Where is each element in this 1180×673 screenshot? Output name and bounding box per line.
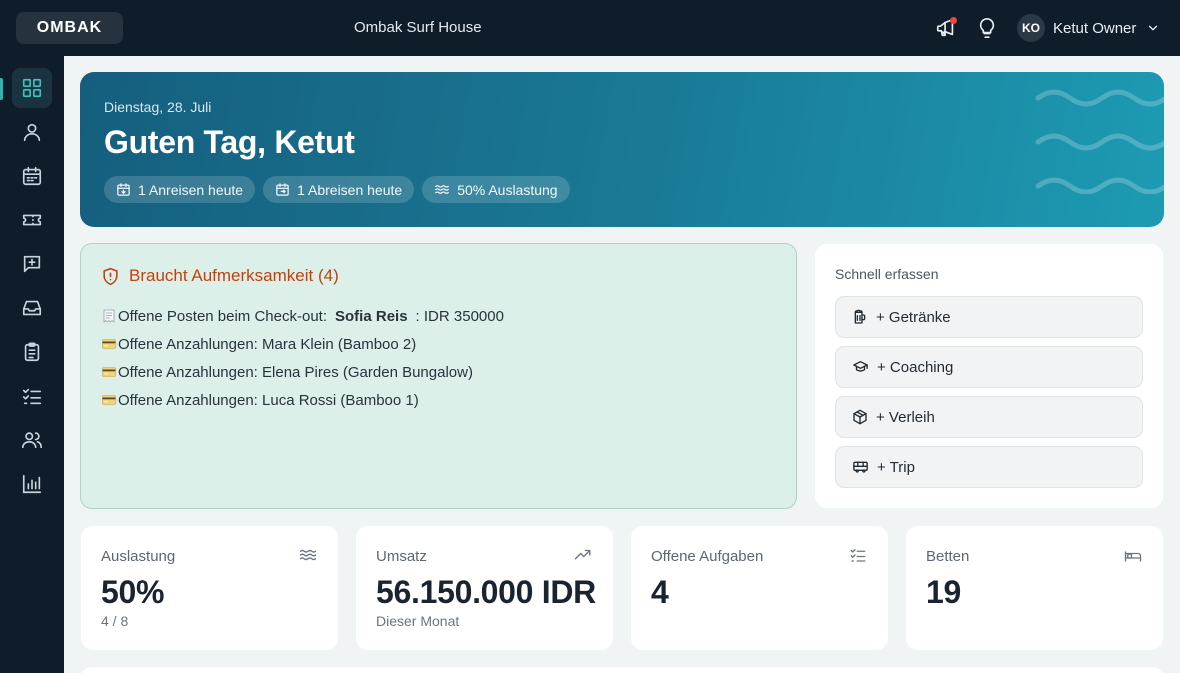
quick-capture-panel: Schnell erfassen + Getränke + Coaching +… xyxy=(815,244,1163,508)
list-item[interactable]: Offene Anzahlungen: Elena Pires (Garden … xyxy=(101,358,504,386)
stat-sub: 4 / 8 xyxy=(101,613,129,629)
sidebar-item-clipboard[interactable] xyxy=(12,332,52,372)
active-indicator xyxy=(0,78,3,100)
megaphone-icon[interactable] xyxy=(934,16,958,40)
sidebar-item-calendar[interactable] xyxy=(12,156,52,196)
item-text: Offene Anzahlungen: Mara Klein (Bamboo 2… xyxy=(118,335,417,353)
calendar-icon xyxy=(22,166,42,186)
add-trip-button[interactable]: + Trip xyxy=(835,446,1143,488)
user-name: Ketut Owner xyxy=(1053,19,1137,37)
sidebar-item-reports[interactable] xyxy=(12,464,52,504)
item-text: Offene Posten beim Check-out: xyxy=(118,307,328,325)
sidebar-item-team[interactable] xyxy=(12,420,52,460)
sidebar xyxy=(0,56,64,673)
greeting-title: Guten Tag, Ketut xyxy=(104,124,355,160)
chevron-down-icon xyxy=(1146,21,1160,35)
trending-up-icon xyxy=(573,546,593,569)
users-icon xyxy=(22,432,42,449)
stat-sub: Dieser Monat xyxy=(376,613,460,629)
credit-card-icon xyxy=(101,367,116,377)
logo[interactable]: OMBAK xyxy=(16,12,123,44)
button-label: + Trip xyxy=(877,458,915,476)
add-drinks-button[interactable]: + Getränke xyxy=(835,296,1143,338)
chip-label: 50% Auslastung xyxy=(457,181,558,198)
chip-label: 1 Abreisen heute xyxy=(297,181,403,198)
stat-value: 19 xyxy=(926,574,961,610)
chip-departures[interactable]: 1 Abreisen heute xyxy=(263,176,415,203)
attention-title: Braucht Aufmerksamkeit (4) xyxy=(129,266,339,285)
sidebar-item-inbox[interactable] xyxy=(12,288,52,328)
attention-header: Braucht Aufmerksamkeit (4) xyxy=(101,266,339,286)
quick-capture-title: Schnell erfassen xyxy=(835,266,939,282)
calendar-departure-icon xyxy=(276,183,289,196)
chip-arrivals[interactable]: 1 Anreisen heute xyxy=(104,176,256,203)
avatar: KO xyxy=(1017,14,1045,42)
user-menu[interactable]: KO Ketut Owner xyxy=(1017,14,1160,42)
stat-card-beds[interactable]: Betten 19 xyxy=(906,526,1163,650)
attention-panel: Braucht Aufmerksamkeit (4) Offene Posten… xyxy=(80,243,797,509)
ticket-icon xyxy=(22,214,42,226)
notification-dot xyxy=(950,17,957,24)
list-item[interactable]: Offene Anzahlungen: Mara Klein (Bamboo 2… xyxy=(101,330,504,358)
stat-value: 50% xyxy=(101,574,165,610)
guest-name: Sofia Reis xyxy=(335,307,408,325)
waves-decoration xyxy=(1035,89,1164,194)
next-section-card xyxy=(80,667,1164,673)
list-item[interactable]: Offene Posten beim Check-out: Sofia Reis… xyxy=(101,302,504,330)
stat-label: Offene Aufgaben xyxy=(651,548,764,565)
add-rental-button[interactable]: + Verleih xyxy=(835,396,1143,438)
button-label: + Verleih xyxy=(876,408,935,426)
stat-label: Umsatz xyxy=(376,548,427,565)
dashboard-icon xyxy=(22,78,42,98)
list-item[interactable]: Offene Anzahlungen: Luca Rossi (Bamboo 1… xyxy=(101,386,504,414)
current-date: Dienstag, 28. Juli xyxy=(104,99,212,115)
calendar-arrival-icon xyxy=(117,183,130,196)
stat-card-open-tasks[interactable]: Offene Aufgaben 4 xyxy=(631,526,888,650)
graduation-cap-icon xyxy=(853,361,868,372)
button-label: + Getränke xyxy=(876,308,951,326)
welcome-banner: Dienstag, 28. Juli Guten Tag, Ketut 1 An… xyxy=(80,72,1164,227)
stat-value: 56.150.000 IDR xyxy=(376,574,596,610)
button-label: + Coaching xyxy=(877,358,954,376)
stat-value: 4 xyxy=(651,574,669,610)
credit-card-icon xyxy=(101,339,116,349)
user-icon xyxy=(23,123,41,142)
summary-chips: 1 Anreisen heute 1 Abreisen heute 50% Au… xyxy=(104,176,570,203)
item-amount: : IDR 350000 xyxy=(415,307,504,325)
sidebar-item-dashboard[interactable] xyxy=(12,68,52,108)
item-text: Offene Anzahlungen: Elena Pires (Garden … xyxy=(118,363,473,381)
box-icon xyxy=(853,409,867,425)
checklist-icon xyxy=(22,388,42,405)
inbox-icon xyxy=(22,300,42,316)
receipt-icon xyxy=(101,309,116,323)
clipboard-icon xyxy=(24,342,40,362)
property-name: Ombak Surf House xyxy=(354,19,482,36)
waves-icon xyxy=(435,185,450,194)
waves-icon xyxy=(298,546,318,569)
shield-alert-icon xyxy=(103,267,118,285)
sidebar-item-tasks[interactable] xyxy=(12,376,52,416)
stat-label: Auslastung xyxy=(101,548,176,565)
beer-mug-icon xyxy=(854,309,866,324)
sidebar-item-tickets[interactable] xyxy=(12,200,52,240)
top-bar: OMBAK Ombak Surf House KO Ketut Owner xyxy=(0,0,1180,56)
item-text: Offene Anzahlungen: Luca Rossi (Bamboo 1… xyxy=(118,391,419,409)
attention-list: Offene Posten beim Check-out: Sofia Reis… xyxy=(101,302,504,414)
credit-card-icon xyxy=(101,395,116,405)
lightbulb-icon[interactable] xyxy=(975,16,999,40)
stat-card-revenue[interactable]: Umsatz 56.150.000 IDR Dieser Monat xyxy=(356,526,613,650)
bus-icon xyxy=(853,461,868,473)
chip-occupancy[interactable]: 50% Auslastung xyxy=(422,176,570,203)
sidebar-item-messages[interactable] xyxy=(12,244,52,284)
bed-icon xyxy=(1123,546,1143,569)
message-plus-icon xyxy=(23,255,41,273)
checklist-icon xyxy=(848,546,868,569)
add-coaching-button[interactable]: + Coaching xyxy=(835,346,1143,388)
sidebar-item-guests[interactable] xyxy=(12,112,52,152)
stat-label: Betten xyxy=(926,548,970,565)
chart-icon xyxy=(22,474,42,494)
chip-label: 1 Anreisen heute xyxy=(138,181,244,198)
stat-card-occupancy[interactable]: Auslastung 50% 4 / 8 xyxy=(81,526,338,650)
